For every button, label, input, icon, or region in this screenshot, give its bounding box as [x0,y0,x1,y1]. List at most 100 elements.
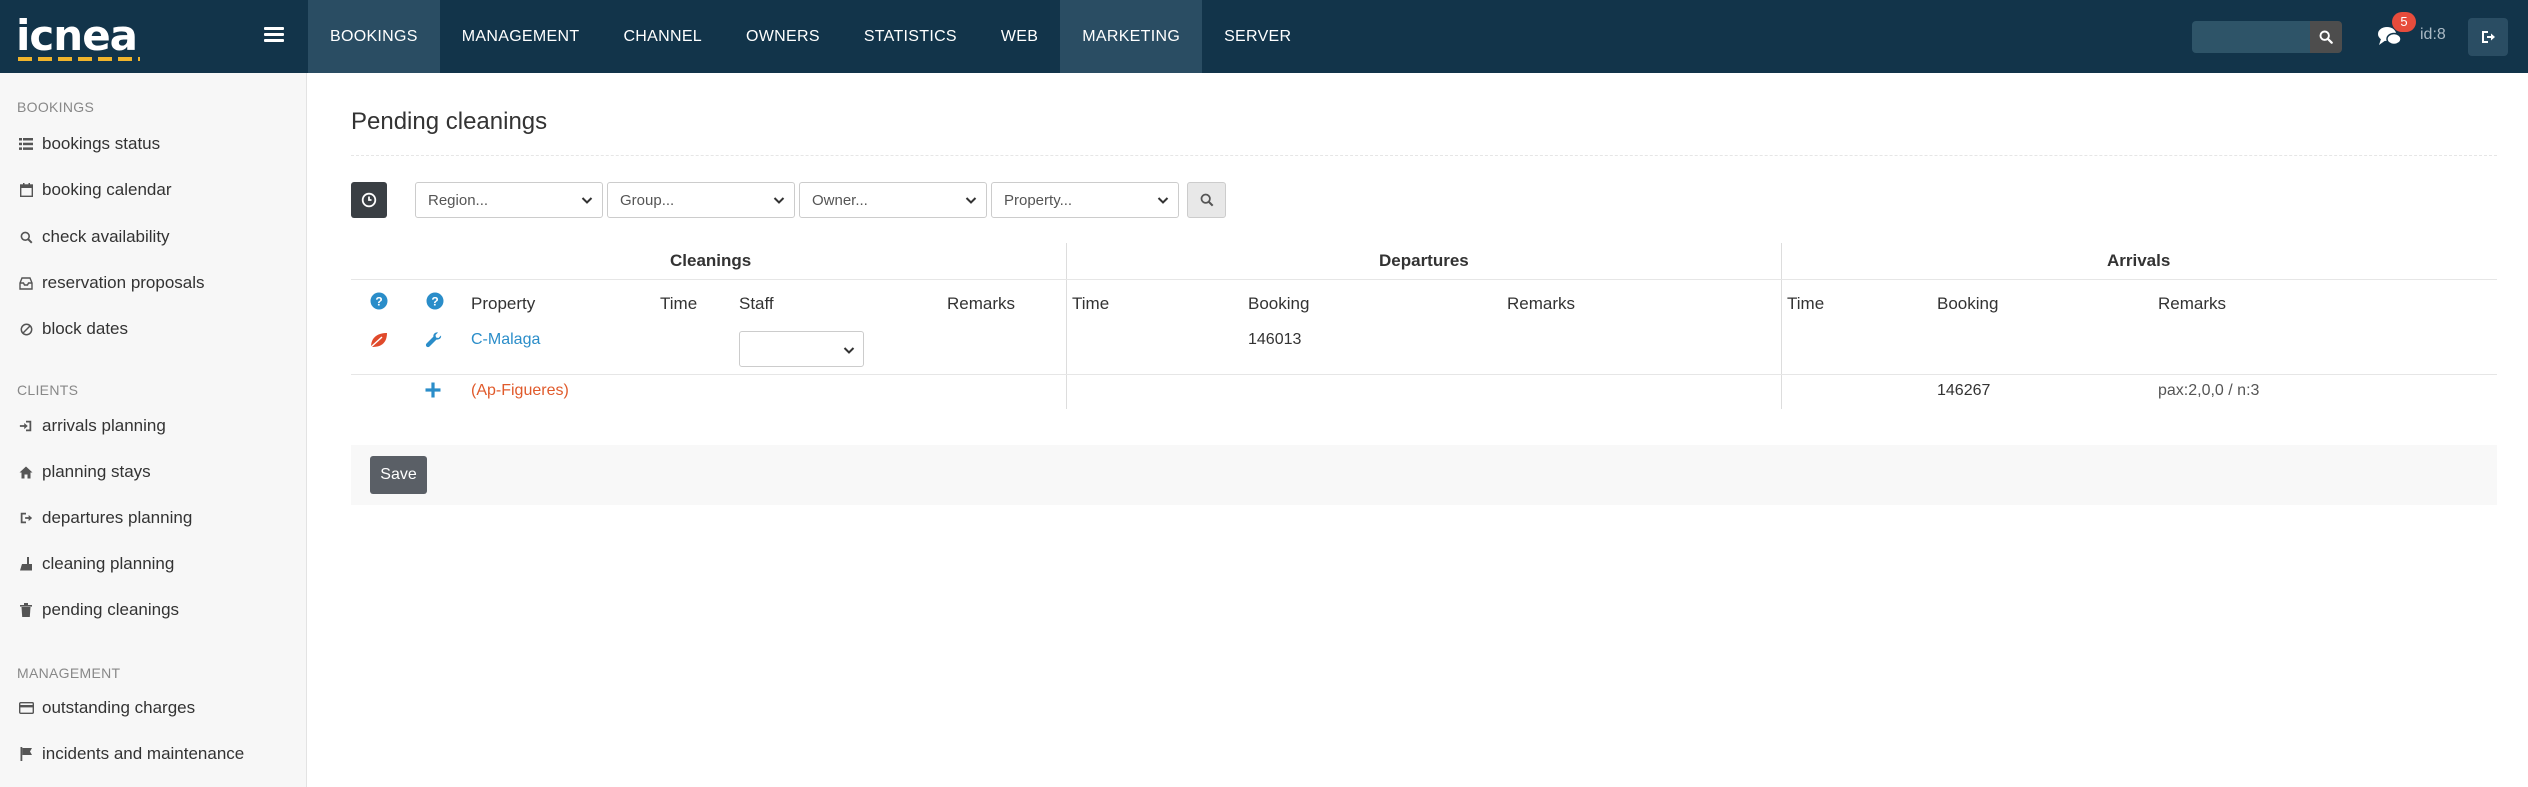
sidebar-item-label: outstanding charges [42,698,196,717]
chevron-down-icon [581,197,593,204]
row-divider [351,374,2497,375]
sidebar-item-departures-planning[interactable]: departures planning [18,505,192,531]
main-nav: BOOKINGS MANAGEMENT CHANNEL OWNERS STATI… [308,0,1313,73]
form-actions-bar [351,445,2497,505]
arrival-booking-number: 146267 [1937,382,1991,399]
sidebar-item-label: reservation proposals [42,273,205,292]
owner-select-value: Owner... [812,191,868,209]
col-header-staff: Staff [739,294,774,313]
leaf-icon[interactable] [368,330,390,350]
page-title: Pending cleanings [351,108,548,135]
sidebar-item-reservation-proposals[interactable]: reservation proposals [18,270,205,296]
group-select-value: Group... [620,191,675,209]
clock-icon [361,192,377,208]
sidebar-item-check-availability[interactable]: check availability [18,224,170,250]
sidebar-item-incidents-maintenance[interactable]: incidents and maintenance [18,741,244,767]
sign-out-icon [2482,31,2495,43]
staff-select[interactable] [739,331,864,367]
col-header-departure-booking: Booking [1248,294,1310,313]
arrival-remarks: pax:2,0,0 / n:3 [2158,382,2260,399]
notification-badge: 5 [2392,12,2416,32]
col-header-time: Time [660,294,698,313]
header-search-button[interactable] [2310,21,2342,53]
menu-toggle-icon[interactable] [262,24,286,48]
user-id-label[interactable]: id:8 [2420,26,2446,44]
header-search [2192,21,2342,53]
group-header-cleanings: Cleanings [670,251,752,270]
sidebar-item-label: planning stays [42,462,151,481]
search-icon [2319,30,2333,44]
help-icon[interactable]: ? [370,292,388,310]
sidebar-item-outstanding-charges[interactable]: outstanding charges [18,695,195,721]
property-select-value: Property... [1004,191,1073,209]
chevron-down-icon [843,347,855,354]
svg-text:?: ? [431,295,438,309]
sidebar-item-label: arrivals planning [42,416,166,435]
sidebar-item-label: block dates [42,319,128,338]
property-link[interactable]: C-Malaga [471,331,540,349]
nav-server[interactable]: SERVER [1202,0,1313,73]
sidebar-section-management: MANAGEMENT [17,665,121,681]
logo-text: icnea [16,11,138,60]
top-navbar: icnea BOOKINGS MANAGEMENT CHANNEL OWNERS… [0,0,2528,73]
calendar-icon [18,182,34,198]
region-select-value: Region... [428,191,489,209]
svg-text:?: ? [375,295,382,309]
group-header-arrivals: Arrivals [2107,251,2171,270]
nav-owners[interactable]: OWNERS [724,0,842,73]
sidebar-item-cleaning-planning[interactable]: cleaning planning [18,551,174,577]
sidebar-section-clients: CLIENTS [17,382,79,398]
sidebar-item-booking-calendar[interactable]: booking calendar [18,177,171,203]
sign-in-icon [18,418,34,434]
plus-icon[interactable] [424,381,442,399]
history-button[interactable] [351,182,387,218]
trash-icon [18,602,34,618]
sidebar-item-pending-cleanings[interactable]: pending cleanings [18,597,179,623]
title-divider [351,155,2497,156]
list-icon [18,136,34,152]
inbox-icon [18,275,34,291]
filter-search-button[interactable] [1187,182,1226,218]
col-header-remarks: Remarks [947,294,1016,313]
flag-icon [18,746,34,762]
property-select[interactable]: Property... [991,182,1179,218]
credit-card-icon [18,700,34,716]
sidebar-item-arrivals-planning[interactable]: arrivals planning [18,413,166,439]
nav-statistics[interactable]: STATISTICS [842,0,979,73]
logout-button[interactable] [2468,18,2508,56]
group-header-departures: Departures [1379,251,1469,270]
nav-bookings[interactable]: BOOKINGS [308,0,440,73]
home-icon [18,464,34,480]
sidebar: BOOKINGS bookings status booking calenda… [0,73,307,787]
sidebar-item-bookings-status[interactable]: bookings status [18,131,160,157]
help-icon[interactable]: ? [426,292,444,310]
sidebar-item-planning-stays[interactable]: planning stays [18,459,151,485]
sidebar-item-block-dates[interactable]: block dates [18,316,128,342]
property-link-unassigned[interactable]: (Ap-Figueres) [471,382,569,400]
region-select[interactable]: Region... [415,182,603,218]
departure-booking-number: 146013 [1248,331,1302,348]
header-search-input[interactable] [2192,21,2310,53]
nav-channel[interactable]: CHANNEL [601,0,724,73]
sidebar-item-label: check availability [42,227,170,246]
owner-select[interactable]: Owner... [799,182,987,218]
sidebar-item-label: cleaning planning [42,554,175,573]
col-header-departure-remarks: Remarks [1507,294,1576,313]
save-button[interactable]: Save [370,456,427,494]
col-header-arrival-time: Time [1787,294,1825,313]
column-divider [1066,243,1067,409]
sidebar-item-label: departures planning [42,508,193,527]
column-divider [1781,243,1782,409]
nav-web[interactable]: WEB [979,0,1060,73]
sign-out-icon [18,510,34,526]
nav-marketing[interactable]: MARKETING [1060,0,1203,73]
nav-management[interactable]: MANAGEMENT [440,0,602,73]
icnea-logo[interactable]: icnea [16,11,146,61]
group-select[interactable]: Group... [607,182,795,218]
search-icon [1200,193,1213,207]
sidebar-item-label: booking calendar [42,180,172,199]
search-icon [18,229,34,245]
sidebar-item-label: bookings status [42,134,161,153]
chevron-down-icon [965,197,977,204]
wrench-icon[interactable] [424,330,444,350]
